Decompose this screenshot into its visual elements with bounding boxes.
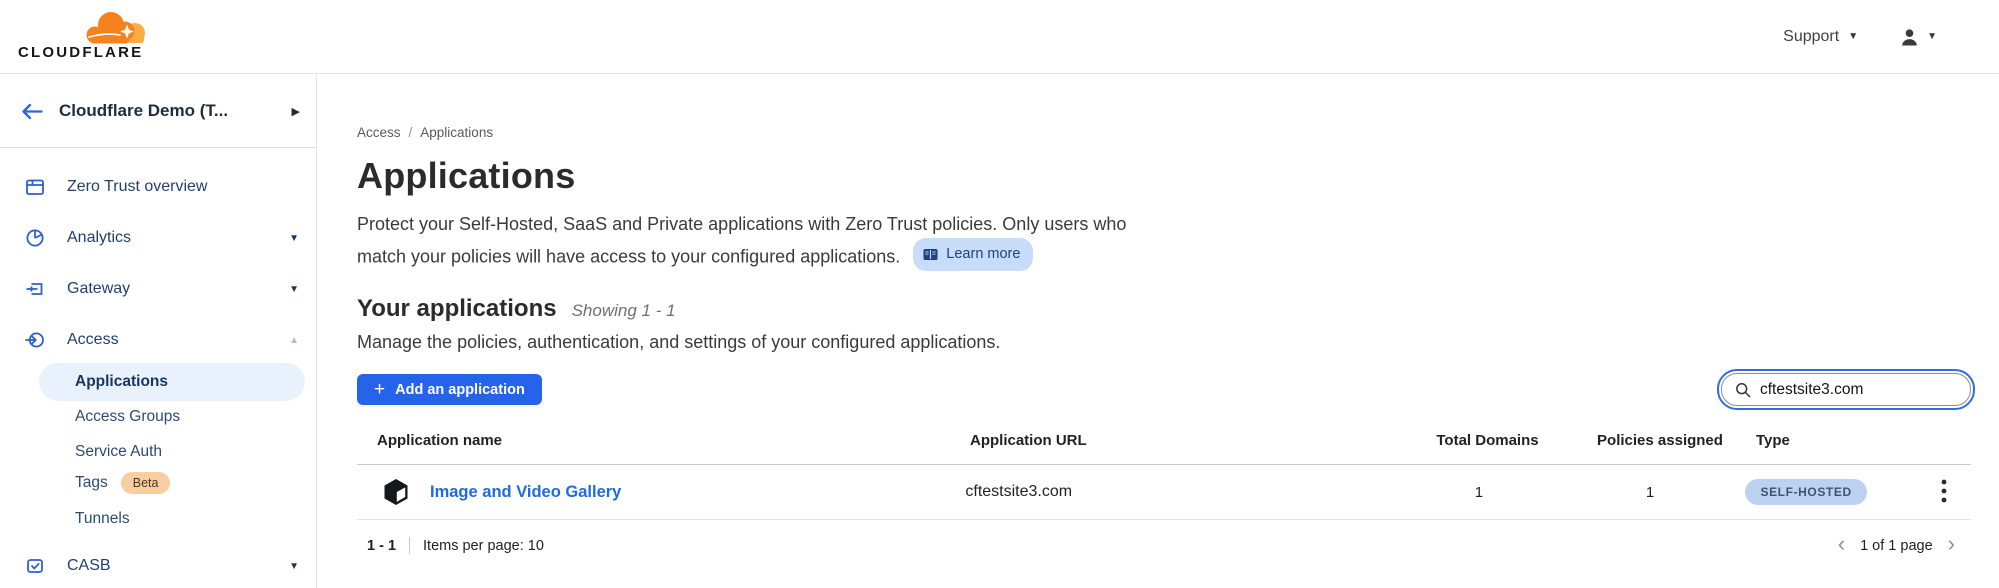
sidebar-item-label: Applications bbox=[75, 373, 168, 391]
logo-wordmark: CLOUDFLARE bbox=[18, 44, 143, 61]
user-icon bbox=[1900, 28, 1919, 46]
add-application-label: Add an application bbox=[395, 382, 525, 398]
cloudflare-dashboard: CLOUDFLARE Support ▼ ▼ Cloudflare Demo (… bbox=[0, 0, 1999, 588]
section-header: Your applications Showing 1 - 1 bbox=[357, 295, 1971, 323]
page-title: Applications bbox=[357, 155, 1971, 197]
breadcrumb-applications[interactable]: Applications bbox=[420, 125, 493, 140]
toolbar: + Add an application bbox=[357, 373, 1971, 406]
sidebar-item-tags[interactable]: Tags Beta bbox=[75, 472, 170, 494]
sidebar: Cloudflare Demo (T... ▶ Zero Trust overv… bbox=[0, 75, 317, 588]
access-login-icon bbox=[25, 330, 45, 350]
app-cube-icon bbox=[383, 478, 409, 506]
type-cell: SELF-HOSTED bbox=[1719, 479, 1933, 505]
learn-more-link[interactable]: Learn more bbox=[913, 238, 1033, 271]
breadcrumb-separator: / bbox=[409, 125, 413, 140]
column-policies-assigned: Policies assigned bbox=[1590, 432, 1730, 449]
cloudflare-cloud-icon bbox=[82, 10, 150, 44]
description-line-1: Protect your Self-Hosted, SaaS and Priva… bbox=[357, 214, 1126, 234]
column-total-domains: Total Domains bbox=[1385, 432, 1590, 449]
application-url-cell: cftestsite3.com bbox=[965, 483, 1377, 501]
sidebar-item-label: Tags bbox=[75, 474, 108, 492]
sidebar-item-access-groups[interactable]: Access Groups bbox=[75, 406, 180, 428]
sidebar-item-label: Zero Trust overview bbox=[67, 178, 207, 196]
sidebar-item-label: Access bbox=[67, 331, 119, 349]
sidebar-item-zero-trust-overview[interactable]: Zero Trust overview bbox=[0, 167, 315, 207]
gateway-icon bbox=[25, 279, 45, 299]
policies-assigned-cell: 1 bbox=[1581, 484, 1720, 501]
sidebar-nav: Zero Trust overview Analytics ▼ Gateway … bbox=[0, 148, 315, 588]
showing-count: Showing 1 - 1 bbox=[572, 301, 676, 321]
add-application-button[interactable]: + Add an application bbox=[357, 374, 542, 405]
analytics-pie-icon bbox=[25, 228, 45, 248]
search-icon bbox=[1735, 382, 1751, 398]
previous-page-button[interactable]: ‹ bbox=[1836, 533, 1847, 558]
back-arrow-icon[interactable] bbox=[20, 103, 43, 120]
book-icon bbox=[923, 248, 938, 261]
sidebar-item-tunnels[interactable]: Tunnels bbox=[75, 508, 130, 530]
beta-badge: Beta bbox=[121, 472, 171, 494]
page-indicator: 1 of 1 page bbox=[1860, 538, 1933, 554]
applications-table: Application name Application URL Total D… bbox=[357, 432, 1971, 520]
sidebar-collapse-icon[interactable]: ▶ bbox=[292, 105, 300, 118]
account-menu[interactable]: ▼ bbox=[1900, 28, 1937, 46]
search-box bbox=[1721, 373, 1971, 406]
kebab-menu-icon bbox=[1941, 479, 1947, 503]
items-per-page: Items per page: 10 bbox=[423, 538, 544, 554]
column-application-name: Application name bbox=[377, 432, 970, 449]
pagination-divider bbox=[409, 537, 410, 554]
plus-icon: + bbox=[374, 380, 385, 399]
application-name-cell: Image and Video Gallery bbox=[377, 478, 965, 506]
table-header-row: Application name Application URL Total D… bbox=[357, 432, 1971, 465]
main-content: Access / Applications Applications Prote… bbox=[317, 75, 1999, 588]
column-application-url: Application URL bbox=[970, 432, 1385, 449]
account-name[interactable]: Cloudflare Demo (T... bbox=[59, 101, 292, 121]
sidebar-item-casb[interactable]: CASB ▼ bbox=[0, 546, 315, 586]
support-label: Support bbox=[1783, 28, 1839, 46]
column-type: Type bbox=[1730, 432, 1945, 449]
sidebar-item-service-auth[interactable]: Service Auth bbox=[75, 441, 162, 463]
casb-icon bbox=[25, 556, 45, 576]
sidebar-item-label: Tunnels bbox=[75, 510, 130, 528]
section-description: Manage the policies, authentication, and… bbox=[357, 332, 1971, 353]
chevron-down-icon: ▼ bbox=[289, 284, 299, 295]
breadcrumb-access[interactable]: Access bbox=[357, 125, 401, 140]
pagination-bar: 1 - 1 Items per page: 10 ‹ 1 of 1 page › bbox=[357, 533, 1971, 558]
chevron-down-icon: ▼ bbox=[1848, 32, 1858, 42]
row-actions-cell bbox=[1933, 475, 1971, 510]
sidebar-item-label: Access Groups bbox=[75, 408, 180, 426]
application-link[interactable]: Image and Video Gallery bbox=[430, 483, 621, 502]
section-title: Your applications bbox=[357, 295, 557, 323]
cloudflare-logo[interactable]: CLOUDFLARE bbox=[18, 6, 152, 64]
sidebar-item-label: Service Auth bbox=[75, 443, 162, 461]
sidebar-item-gateway[interactable]: Gateway ▼ bbox=[0, 269, 315, 309]
type-badge: SELF-HOSTED bbox=[1745, 479, 1866, 505]
sidebar-item-analytics[interactable]: Analytics ▼ bbox=[0, 218, 315, 258]
row-menu-button[interactable] bbox=[1933, 475, 1955, 510]
sidebar-item-applications[interactable]: Applications bbox=[39, 363, 305, 401]
sidebar-item-label: Gateway bbox=[67, 280, 130, 298]
top-header: CLOUDFLARE Support ▼ ▼ bbox=[0, 0, 1999, 74]
page-description: Protect your Self-Hosted, SaaS and Priva… bbox=[357, 210, 1971, 271]
account-row: Cloudflare Demo (T... ▶ bbox=[0, 75, 316, 148]
next-page-button[interactable]: › bbox=[1946, 533, 1957, 558]
support-menu[interactable]: Support ▼ bbox=[1783, 28, 1858, 46]
breadcrumb: Access / Applications bbox=[357, 125, 1971, 140]
chevron-up-icon: ▲ bbox=[289, 335, 299, 346]
description-line-2: match your policies will have access to … bbox=[357, 247, 900, 267]
chevron-down-icon: ▼ bbox=[289, 233, 299, 244]
total-domains-cell: 1 bbox=[1377, 484, 1580, 501]
sidebar-item-access[interactable]: Access ▲ bbox=[0, 320, 315, 360]
pagination-range: 1 - 1 bbox=[367, 538, 396, 554]
chevron-down-icon: ▼ bbox=[1927, 32, 1937, 42]
sidebar-item-label: Analytics bbox=[67, 229, 131, 247]
table-row: Image and Video Gallery cftestsite3.com … bbox=[357, 465, 1971, 520]
overview-icon bbox=[25, 177, 45, 197]
page-controls: ‹ 1 of 1 page › bbox=[1836, 533, 1971, 558]
sidebar-item-label: CASB bbox=[67, 557, 111, 575]
header-actions: Support ▼ ▼ bbox=[1783, 0, 1937, 74]
learn-more-label: Learn more bbox=[946, 240, 1020, 268]
search-input[interactable] bbox=[1760, 381, 1957, 399]
chevron-down-icon: ▼ bbox=[289, 561, 299, 572]
